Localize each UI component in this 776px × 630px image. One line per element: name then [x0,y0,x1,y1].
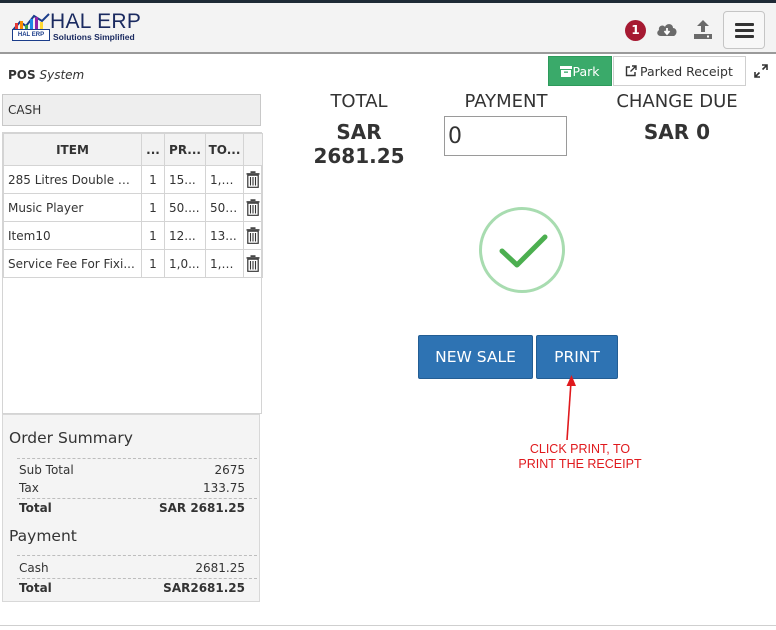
column-header-qty[interactable]: ... [141,133,165,166]
item-price: 15... [164,165,206,194]
tax-row: Tax 133.75 [19,481,245,499]
parked-receipt-label: Parked Receipt [640,64,733,79]
park-label: Park [572,64,600,79]
delete-cell [243,249,263,278]
item-price: 1,0... [164,249,206,278]
order-total-row: Total SAR 2681.25 [19,501,245,519]
item-qty[interactable]: 1 [141,221,165,250]
table-header-row: ITEM ... PR... TO... [3,133,263,166]
divider [17,498,257,499]
page-title: POS System [8,68,84,82]
customer-field[interactable]: CASH [2,94,261,126]
logo-title: HAL ERP [50,10,142,33]
trash-icon[interactable] [246,171,260,188]
change-due-value: SAR 0 [643,120,711,144]
item-total: 1,5... [205,165,244,194]
divider [17,578,257,579]
hamburger-menu-button[interactable] [723,11,765,49]
module-suffix: System [39,68,85,82]
column-header-actions [243,133,263,166]
item-total: 1,0... [205,249,244,278]
module-name: POS [8,68,36,82]
order-total-label: Total [19,501,52,515]
top-bar: HAL ERP HAL ERP Solutions Simplified 1 [0,0,776,54]
payment-total-row: Total SAR2681.25 [19,581,245,599]
item-name: Service Fee For Fixi... [3,249,142,278]
trash-icon[interactable] [246,199,260,216]
archive-icon [560,66,573,77]
annotation-arrow-icon [566,375,576,441]
payment-total-label: Total [19,581,52,595]
column-header-price[interactable]: PR... [164,133,206,166]
external-link-icon [625,65,637,77]
item-total: 13... [205,221,244,250]
delete-cell [243,165,263,194]
upload-icon[interactable] [693,18,713,40]
payment-title: Payment [9,527,77,545]
order-total-value: SAR 2681.25 [158,501,245,515]
payment-total-value: SAR2681.25 [163,581,245,595]
sub-total-label: Sub Total [19,463,74,477]
trash-icon[interactable] [246,255,260,272]
success-check-icon [479,207,565,293]
annotation-line-2: PRINT THE RECEIPT [518,457,642,471]
item-qty[interactable]: 1 [141,165,165,194]
park-button[interactable]: Park [548,56,612,86]
total-value: SAR 2681.25 [313,120,405,168]
tax-value: 133.75 [203,481,245,495]
column-header-total[interactable]: TO... [205,133,244,166]
cart-table: ITEM ... PR... TO... 285 Litres Double D… [3,133,263,278]
notification-badge[interactable]: 1 [625,20,646,41]
logo-tagline: Solutions Simplified [53,32,135,42]
cash-row: Cash 2681.25 [19,561,245,579]
cart-items-panel: ITEM ... PR... TO... 285 Litres Double D… [2,132,263,414]
column-header-item[interactable]: ITEM [3,133,142,166]
cloud-download-icon[interactable] [656,20,678,40]
print-instruction-annotation: CLICK PRINT, TO PRINT THE RECEIPT [500,442,660,472]
page-bottom-border [0,625,776,626]
order-summary-title: Order Summary [9,429,133,447]
table-row[interactable]: Service Fee For Fixi... 1 1,0... 1,0... [3,249,263,278]
annotation-line-1: CLICK PRINT, TO [529,442,631,456]
payment-label: PAYMENT [464,91,548,112]
divider [17,555,257,556]
menu-bar-3 [735,35,754,38]
order-summary-panel: Order Summary Sub Total 2675 Tax 133.75 … [2,414,260,602]
change-due-label: CHANGE DUE [616,91,738,112]
item-name: 285 Litres Double D... [3,165,142,194]
menu-bar-1 [735,23,754,26]
item-qty[interactable]: 1 [141,249,165,278]
trash-icon[interactable] [246,227,260,244]
item-name: Item10 [3,221,142,250]
cash-label: Cash [19,561,49,575]
item-price: 12... [164,221,206,250]
tax-label: Tax [19,481,39,495]
item-name: Music Player [3,193,142,222]
item-total: 50.... [205,193,244,222]
divider [17,458,257,459]
table-row[interactable]: 285 Litres Double D... 1 15... 1,5... [3,165,263,194]
delete-cell [243,221,263,250]
expand-icon[interactable] [754,64,768,78]
parked-receipt-button[interactable]: Parked Receipt [613,56,746,86]
item-qty[interactable]: 1 [141,193,165,222]
cash-value: 2681.25 [195,561,245,575]
new-sale-button[interactable]: NEW SALE [418,335,533,379]
sub-total-value: 2675 [214,463,245,477]
menu-bar-2 [735,29,754,32]
sub-total-row: Sub Total 2675 [19,463,245,481]
delete-cell [243,193,263,222]
pos-toolbar: POS System Park Parked Receipt [0,55,776,89]
payment-input[interactable] [444,116,567,156]
logo-mark-text: HAL ERP [12,29,50,41]
hal-erp-logo[interactable]: HAL ERP HAL ERP Solutions Simplified [12,10,147,45]
table-row[interactable]: Item10 1 12... 13... [3,221,263,250]
item-price: 50.... [164,193,206,222]
total-label: TOTAL [330,91,388,112]
table-row[interactable]: Music Player 1 50.... 50.... [3,193,263,222]
